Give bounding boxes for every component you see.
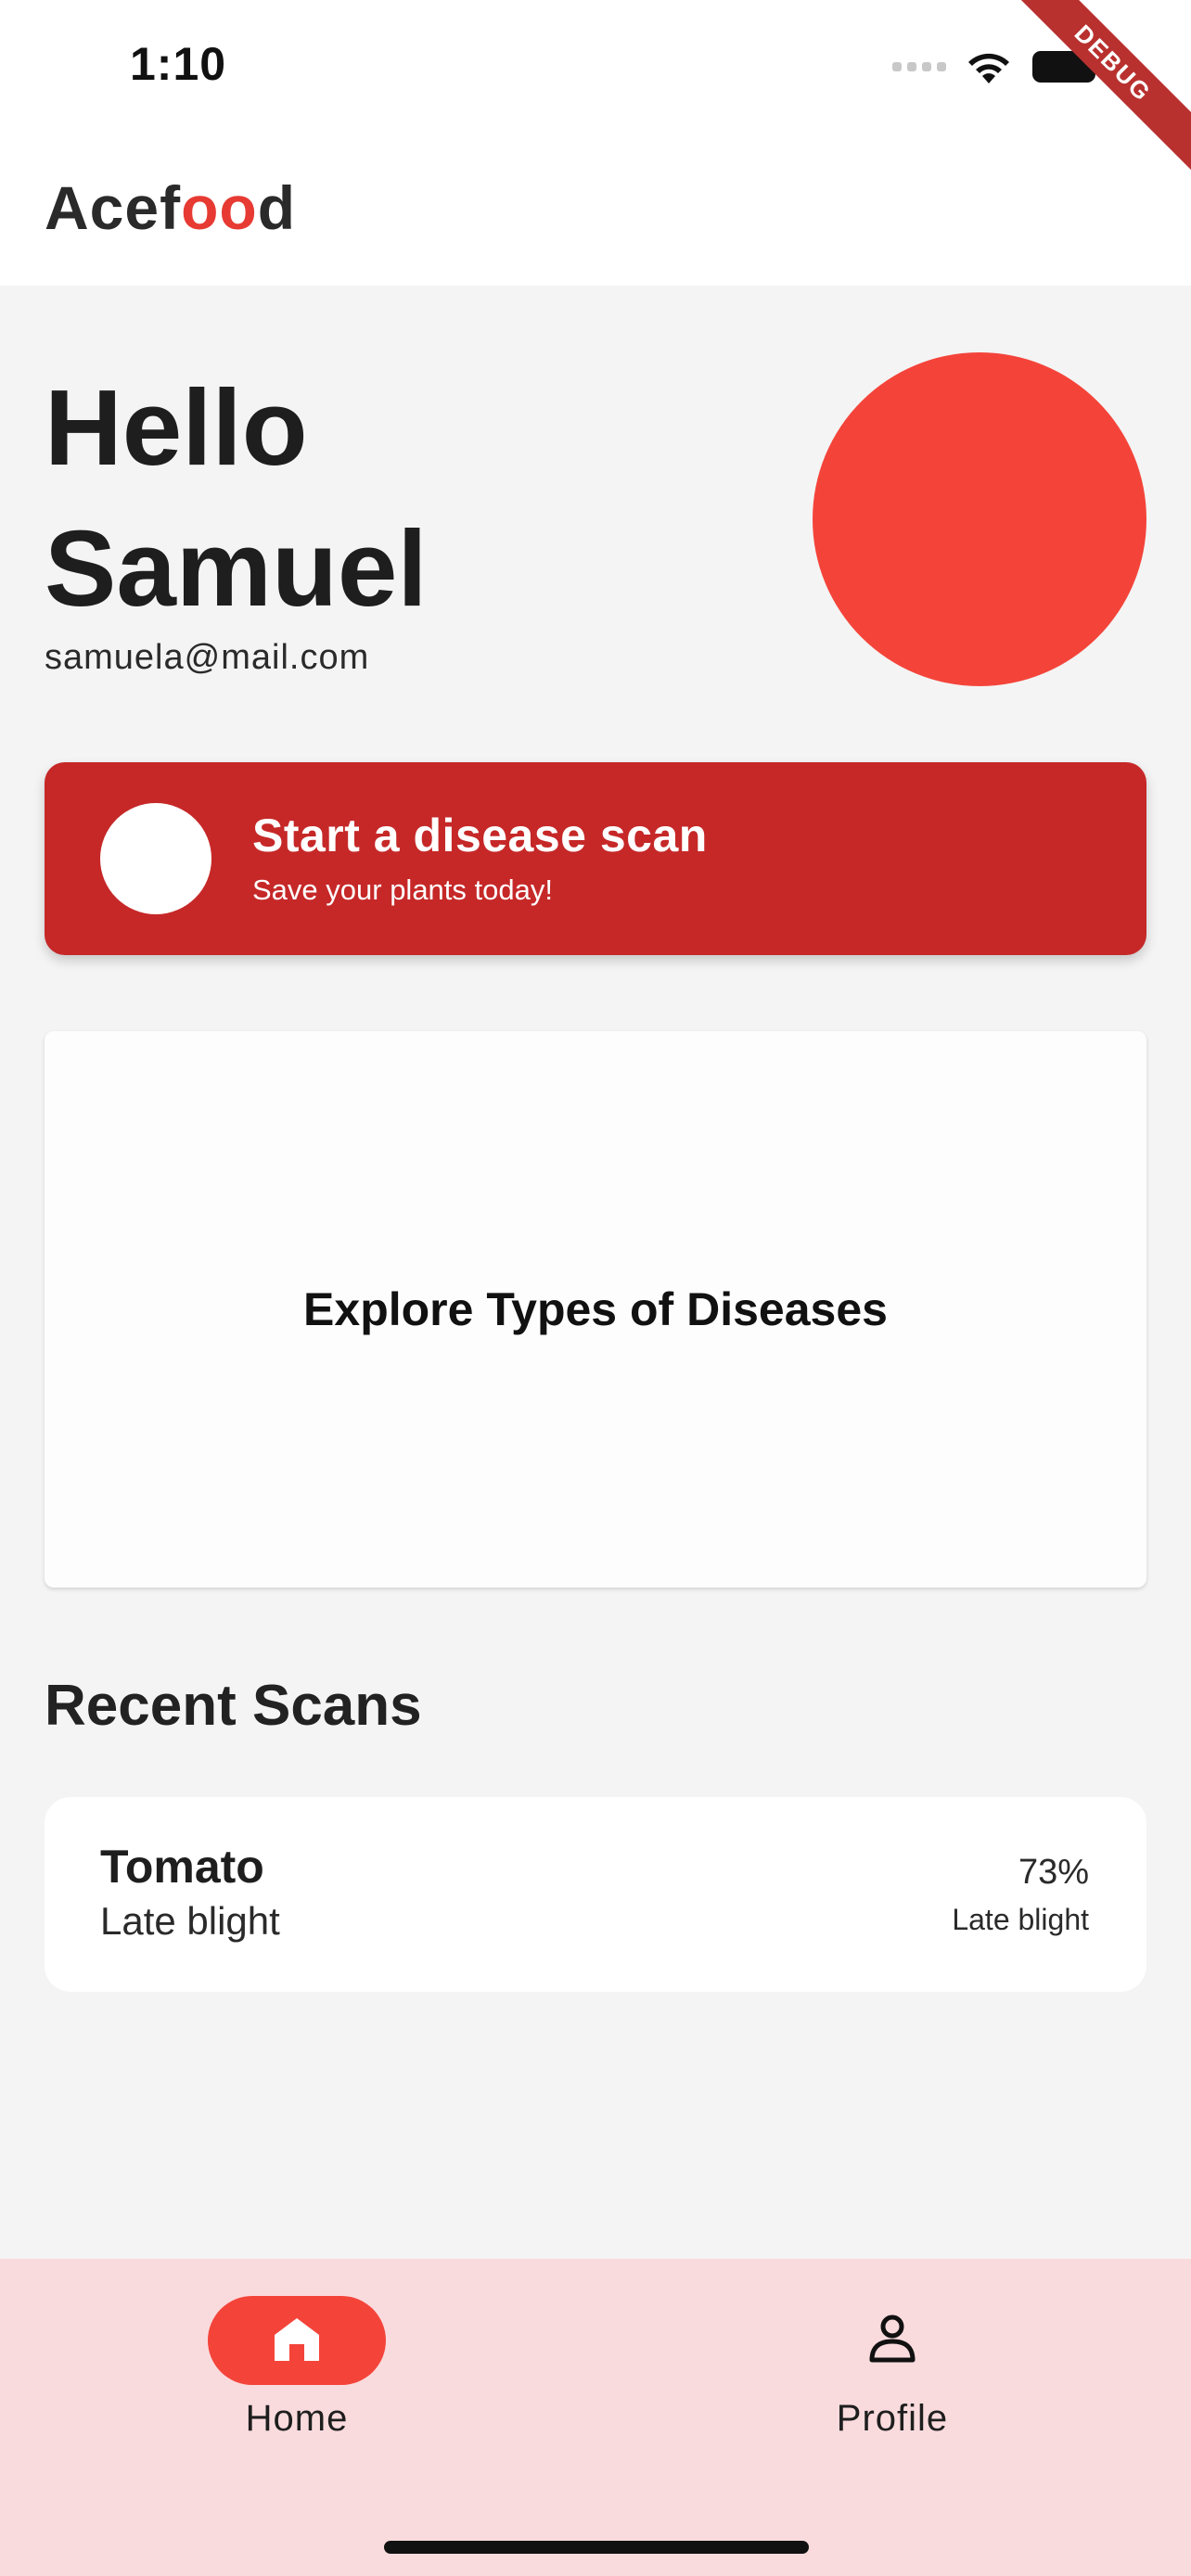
explore-title: Explore Types of Diseases [303,1283,888,1335]
logo-accent: oo [181,173,258,242]
scan-icon [100,803,211,914]
app-logo: Acefood [45,172,296,243]
start-scan-button[interactable]: Start a disease scan Save your plants to… [45,762,1146,955]
signal-icon [892,62,946,71]
logo-prefix: Acef [45,173,182,242]
nav-profile-label: Profile [836,2398,949,2439]
nav-home-indicator [208,2296,386,2385]
greeting-hello: Hello [45,367,308,488]
top-bar: 1:10 DEBUG Acefood [0,0,1191,286]
scan-card-subtitle: Save your plants today! [252,874,553,906]
avatar[interactable] [813,352,1146,686]
app-screen: 1:10 DEBUG Acefood Hello Samuel samuela@… [0,0,1191,2576]
home-indicator-bar[interactable] [384,2541,809,2554]
scan-card-text: Start a disease scan Save your plants to… [252,809,708,907]
recent-scan-item[interactable]: Tomato Late blight 73% Late blight [45,1797,1146,1992]
scan-plant-name: Tomato [100,1841,264,1893]
status-icons [892,46,1102,87]
greeting: Hello Samuel [45,357,749,639]
recent-scans-heading: Recent Scans [45,1674,422,1738]
person-icon [866,2314,918,2368]
nav-home-label: Home [245,2398,349,2439]
logo-suffix: d [257,173,297,242]
scan-disease: Late blight [100,1899,280,1943]
explore-diseases-card[interactable]: Explore Types of Diseases [45,1031,1146,1588]
greeting-name: Samuel [45,508,428,629]
nav-profile-icon-wrap [803,2296,981,2385]
scan-card-title: Start a disease scan [252,810,708,861]
debug-banner: DEBUG [1000,0,1191,176]
scan-confidence: 73% [1018,1853,1089,1892]
scan-disease-label: Late blight [952,1903,1089,1936]
user-email: samuela@mail.com [45,638,370,677]
bottom-nav: Home Profile [0,2259,1191,2576]
home-icon [271,2315,323,2367]
nav-home[interactable]: Home [158,2296,436,2440]
nav-profile[interactable]: Profile [753,2296,1031,2440]
wifi-icon [965,48,1013,85]
status-time: 1:10 [130,38,227,90]
